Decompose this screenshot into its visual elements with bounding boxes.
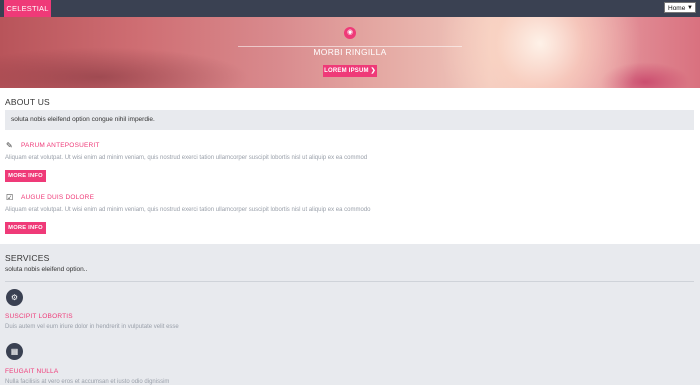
services-heading: SERVICES <box>5 253 50 263</box>
service-text: Duis autem vel eum iriure dolor in hendr… <box>5 324 179 330</box>
about-item-title[interactable]: PARUM ANTEPOSUERIT <box>21 142 100 149</box>
about-callout: soluta nobis eleifend option congue nihi… <box>5 110 694 130</box>
more-info-button[interactable]: MORE INFO <box>5 170 46 182</box>
nav-select-value: Home <box>668 5 686 12</box>
edit-icon: ✎ <box>6 141 13 150</box>
nav-select[interactable]: Home ▼ <box>664 2 696 13</box>
about-heading: ABOUT US <box>5 97 50 107</box>
gears-icon: ⚙ <box>6 289 23 306</box>
service-title[interactable]: SUSCIPIT LOBORTIS <box>5 313 73 320</box>
about-section: ABOUT US soluta nobis eleifend option co… <box>0 88 700 244</box>
service-title[interactable]: FEUGAIT NULLA <box>5 368 58 375</box>
about-item-text: Aliquam erat volutpat. Ut wisi enim ad m… <box>5 155 368 161</box>
more-info-button[interactable]: MORE INFO <box>5 222 46 234</box>
checkbox-checked-icon: ☑ <box>6 193 14 202</box>
services-divider <box>5 281 694 282</box>
about-item-title[interactable]: AUGUE DUIS DOLORE <box>21 194 94 201</box>
hero-banner: ◉ MORBI RINGILLA LOREM IPSUM ❯ <box>0 17 700 88</box>
eye-icon: ◉ <box>344 27 356 39</box>
chevron-down-icon: ▼ <box>687 5 693 11</box>
service-text: Nulla facilisis at vero eros et accumsan… <box>5 379 170 385</box>
brand-logo[interactable]: CELESTIAL <box>4 0 51 17</box>
grid-icon: ▦ <box>6 343 23 360</box>
about-item-text: Aliquam erat volutpat. Ut wisi enim ad m… <box>5 207 371 213</box>
hero-button[interactable]: LOREM IPSUM ❯ <box>323 65 377 77</box>
top-navbar: CELESTIAL Home ▼ <box>0 0 700 17</box>
hero-title: MORBI RINGILLA <box>313 47 387 57</box>
services-section: SERVICES soluta nobis eleifend option.. … <box>0 244 700 385</box>
services-subtitle: soluta nobis eleifend option.. <box>5 266 88 273</box>
